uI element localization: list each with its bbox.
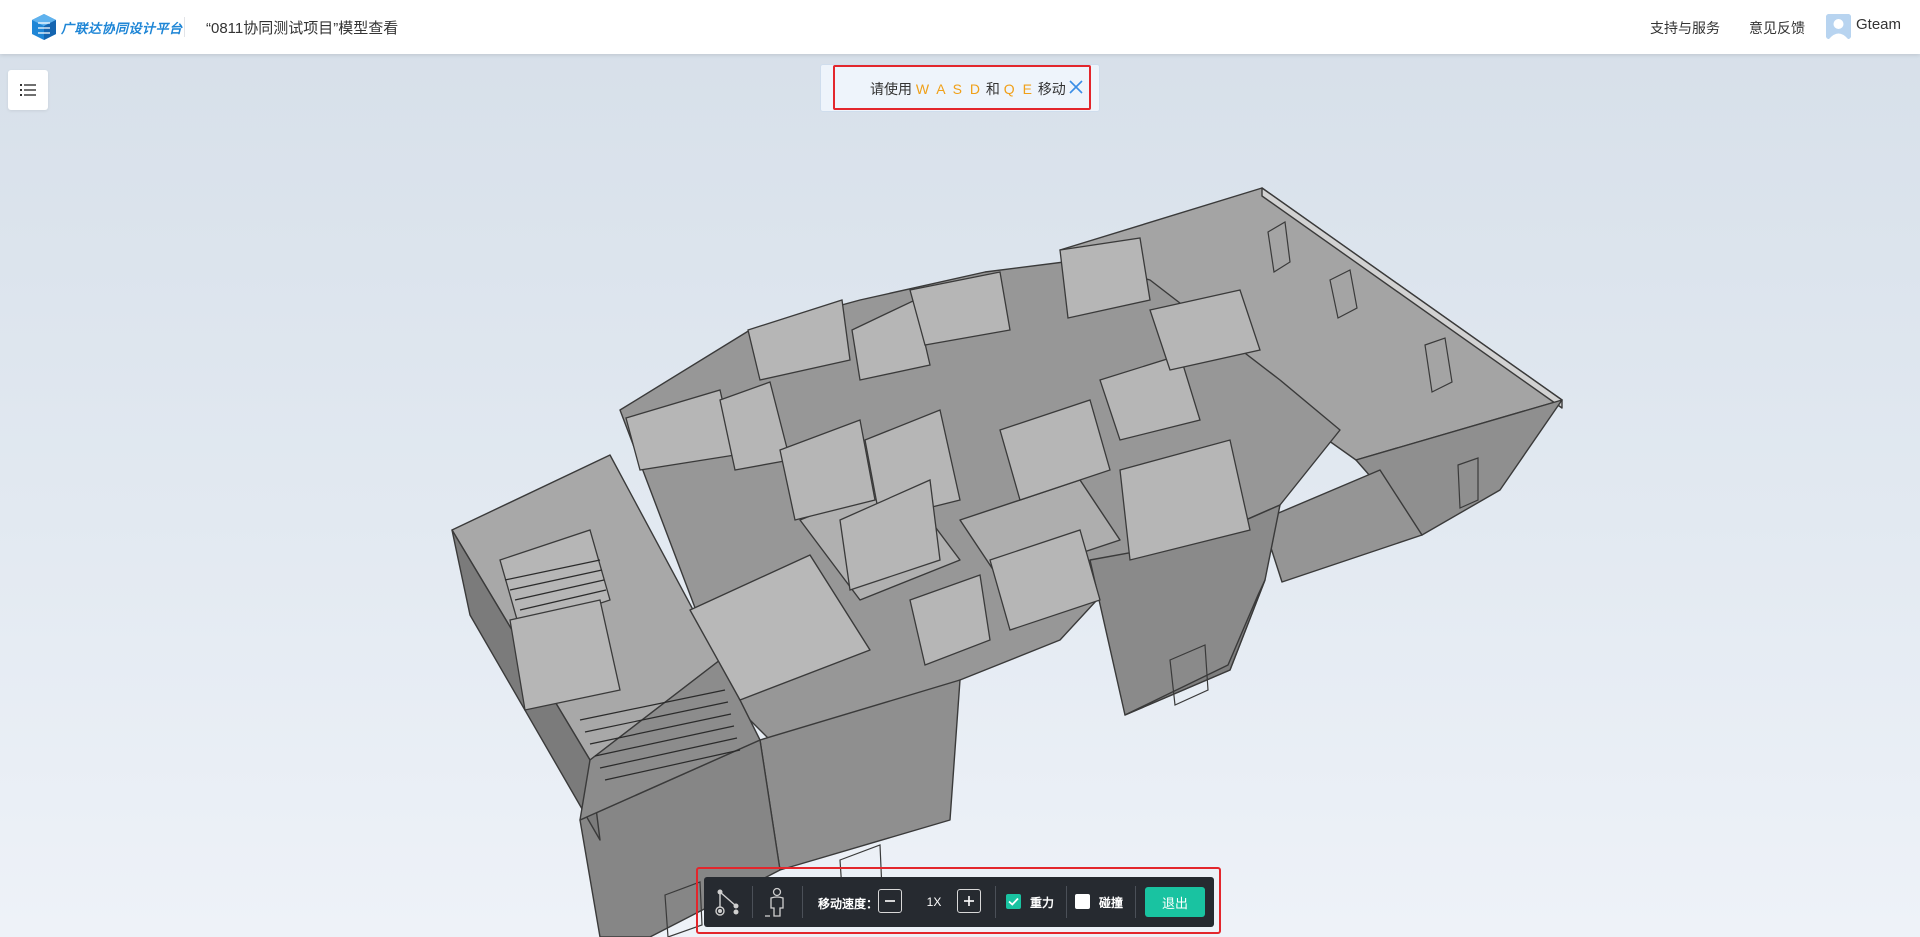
header-divider [184,17,185,37]
toolbar-divider [1066,886,1067,918]
check-icon [1008,897,1019,906]
path-roam-icon[interactable] [712,886,744,918]
support-link[interactable]: 支持与服务 [1650,18,1720,38]
exit-button[interactable]: 退出 [1145,887,1205,917]
roam-toolbar: 移动速度： 1X 重力 碰撞 退出 [704,877,1214,927]
plus-icon [964,896,974,906]
feedback-link[interactable]: 意见反馈 [1749,18,1805,38]
building-model-viewport[interactable] [0,0,1920,937]
avatar-icon [1826,14,1851,39]
gravity-label: 重力 [1030,896,1055,910]
speed-label: 移动速度： [818,897,879,911]
collision-label: 碰撞 [1099,896,1124,910]
speed-decrease-button[interactable] [878,889,902,913]
brand-name: 广联达协同设计平台 [61,21,183,36]
person-view-icon[interactable] [761,886,793,918]
collision-checkbox[interactable] [1075,894,1090,909]
toolbar-divider [752,886,753,918]
toolbar-divider [1135,886,1136,918]
gravity-checkbox[interactable] [1006,894,1021,909]
logo-icon[interactable] [30,13,58,41]
speed-value: 1X [926,895,942,909]
top-header: 广联达协同设计平台 “0811协同测试项目”模型查看 支持与服务 意见反馈 Gt… [0,0,1920,54]
toolbar-divider [802,886,803,918]
page-title: “0811协同测试项目”模型查看 [206,20,399,37]
username[interactable]: Gteam [1856,16,1901,33]
speed-increase-button[interactable] [957,889,981,913]
minus-icon [885,900,895,902]
toolbar-divider [995,886,996,918]
avatar[interactable] [1826,14,1851,39]
